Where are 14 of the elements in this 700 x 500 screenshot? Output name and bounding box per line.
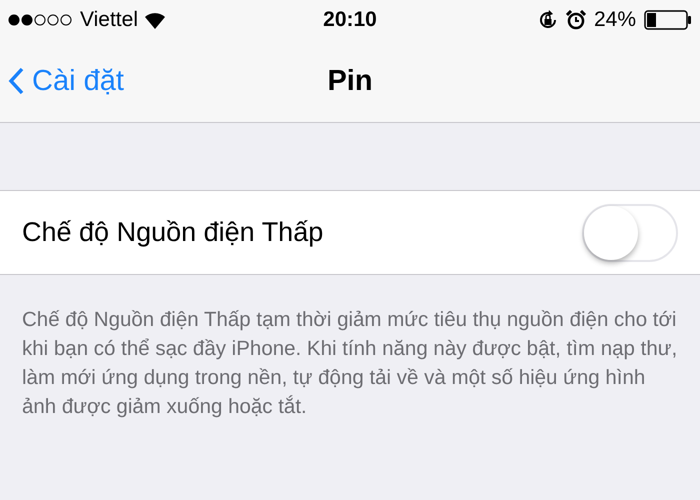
page-title: Pin: [327, 64, 373, 98]
wifi-icon: [144, 12, 166, 28]
setting-label: Chế độ Nguồn điện Thấp: [22, 217, 324, 248]
battery-icon: [644, 10, 692, 30]
back-link[interactable]: Cài đặt: [8, 64, 328, 98]
back-chevron-icon: [8, 67, 24, 95]
alarm-icon: [566, 10, 586, 30]
signal-icon: [8, 14, 74, 26]
rotation-lock-icon: [538, 10, 558, 30]
battery-percentage: 24%: [594, 8, 636, 32]
status-time: 20:10: [323, 8, 377, 32]
toggle-switch[interactable]: [582, 204, 678, 262]
description-text: Chế độ Nguồn điện Thấp tạm thời giảm mức tiêu thụ nguồn điện cho tới khi bạn có thể sạc đầy iPhone. Khi tính năng này được bật, tìm nạp thư, làm mới ứng dụng trong nền, tự động tải về và một số hiệu ứng hình ảnh được giảm xuống hoặc tắt.: [22, 307, 678, 420]
carrier-name: Viettel: [80, 8, 138, 32]
